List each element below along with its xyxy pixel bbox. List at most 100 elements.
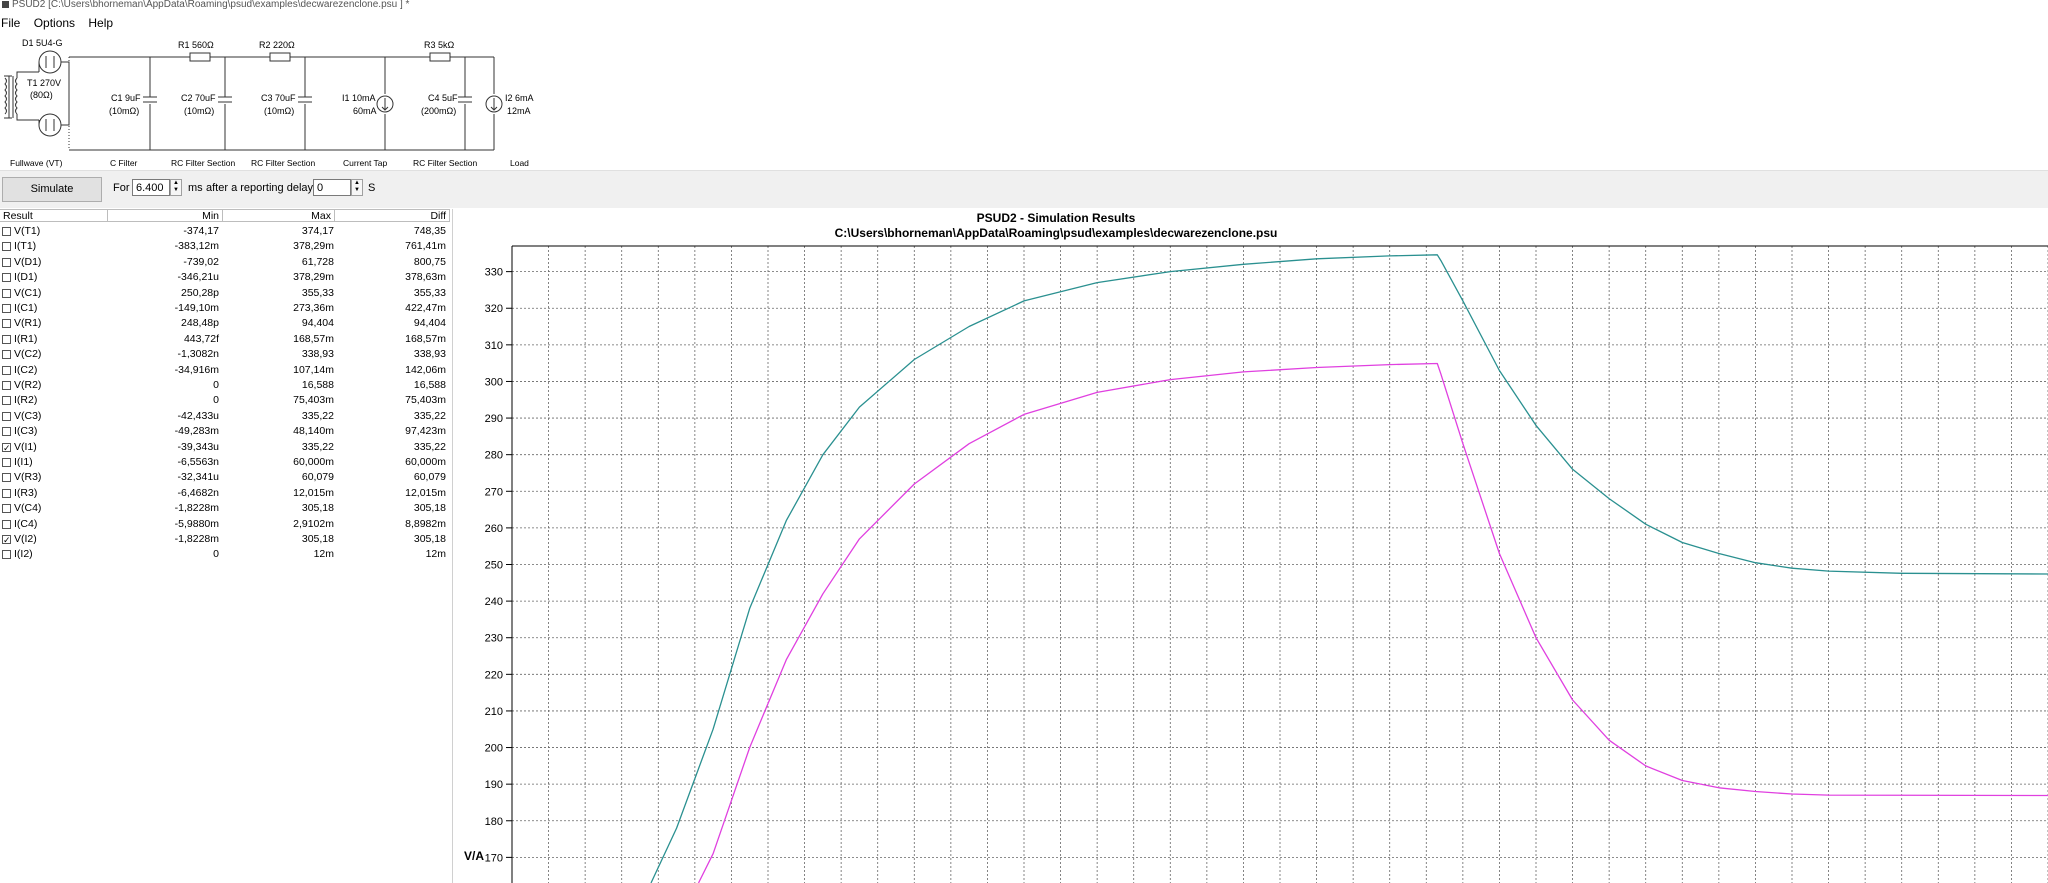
- label-c4-b: (200mΩ): [421, 106, 456, 116]
- result-max: 168,57m: [293, 332, 334, 345]
- result-row[interactable]: V(C2) -1,3082n 338,93 338,93: [0, 347, 452, 362]
- result-checkbox[interactable]: [2, 257, 11, 267]
- delay-spinner[interactable]: ▲ ▼: [351, 179, 363, 196]
- header-result[interactable]: Result: [0, 209, 108, 222]
- result-checkbox[interactable]: [2, 427, 11, 437]
- y-tick-label: 280: [485, 450, 503, 462]
- result-row[interactable]: I(R3) -6,4682n 12,015m 12,015m: [0, 486, 452, 501]
- result-diff: 748,35: [413, 225, 446, 237]
- result-checkbox[interactable]: [2, 519, 11, 529]
- result-min: -42,433u: [177, 409, 219, 422]
- result-row[interactable]: I(C2) -34,916m 107,14m 142,06m: [0, 363, 452, 378]
- result-row[interactable]: ✓ V(I1) -39,343u 335,22 335,22: [0, 440, 452, 455]
- result-min: -39,343u: [177, 440, 219, 453]
- result-row[interactable]: V(R3) -32,341u 60,079 60,079: [0, 470, 452, 485]
- label-c2-a: C2 70uF: [181, 93, 216, 103]
- ms-label: ms: [188, 182, 203, 194]
- result-name: V(C2): [14, 348, 42, 361]
- result-row[interactable]: V(R1) 248,48p 94,404 94,404: [0, 316, 452, 331]
- section-rc-1[interactable]: RC Filter Section: [171, 158, 236, 168]
- y-tick-label: 290: [485, 413, 503, 425]
- label-i1-a: I1 10mA: [342, 93, 376, 103]
- y-tick-label: 300: [485, 376, 503, 388]
- result-checkbox[interactable]: ✓: [2, 442, 11, 452]
- result-checkbox[interactable]: [2, 504, 11, 514]
- result-checkbox[interactable]: [2, 550, 11, 560]
- result-row[interactable]: V(T1) -374,17 374,17 748,35: [0, 224, 452, 239]
- section-fullwave[interactable]: Fullwave (VT): [10, 158, 63, 168]
- result-checkbox[interactable]: [2, 365, 11, 375]
- section-load[interactable]: Load: [510, 158, 529, 168]
- result-row[interactable]: V(C4) -1,8228m 305,18 305,18: [0, 501, 452, 516]
- menu-file[interactable]: File: [0, 16, 21, 30]
- result-row[interactable]: I(C1) -149,10m 273,36m 422,47m: [0, 301, 452, 316]
- result-min: 250,28p: [181, 286, 219, 299]
- menu-options[interactable]: Options: [33, 16, 76, 30]
- duration-spinner[interactable]: ▲ ▼: [170, 179, 182, 196]
- result-max: 378,29m: [293, 240, 334, 253]
- result-row[interactable]: V(C1) 250,28p 355,33 355,33: [0, 286, 452, 301]
- result-checkbox[interactable]: [2, 242, 11, 252]
- result-checkbox[interactable]: [2, 319, 11, 329]
- result-row[interactable]: V(D1) -739,02 61,728 800,75: [0, 255, 452, 270]
- results-chart[interactable]: 170 180 190 200 210 220 230 240 250 260 270 280 290 3…: [456, 209, 2048, 883]
- result-name: V(C4): [14, 502, 42, 515]
- schematic-diagram[interactable]: D1 5U4-G T1 270V (80Ω) R1 560Ω R2 220Ω R…: [0, 32, 540, 170]
- result-max: 107,14m: [293, 363, 334, 376]
- series-line-vi2: [697, 362, 2048, 883]
- duration-input[interactable]: 6.400: [132, 179, 170, 196]
- result-checkbox[interactable]: [2, 304, 11, 313]
- result-checkbox[interactable]: [2, 381, 11, 390]
- result-max: 378,29m: [293, 271, 334, 284]
- result-max: 273,36m: [293, 302, 334, 314]
- result-row[interactable]: I(C3) -49,283m 48,140m 97,423m: [0, 424, 452, 439]
- result-checkbox[interactable]: [2, 488, 11, 498]
- result-diff: 800,75: [413, 255, 446, 268]
- delay-input[interactable]: 0: [313, 179, 351, 196]
- result-checkbox[interactable]: [2, 273, 11, 283]
- result-max: 94,404: [301, 317, 334, 330]
- section-rc-3[interactable]: RC Filter Section: [413, 158, 478, 168]
- result-row[interactable]: I(T1) -383,12m 378,29m 761,41m: [0, 239, 452, 254]
- result-max: 60,000m: [293, 456, 334, 468]
- section-rc-2[interactable]: RC Filter Section: [251, 158, 316, 168]
- window-titlebar: PSUD2 [C:\Users\bhorneman\AppData\Roamin…: [0, 0, 2048, 12]
- result-row[interactable]: ✓ V(I2) -1,8228m 305,18 305,18: [0, 532, 452, 547]
- result-checkbox[interactable]: [2, 350, 11, 360]
- header-diff[interactable]: Diff: [335, 209, 450, 222]
- result-checkbox[interactable]: [2, 411, 11, 421]
- result-diff: 12,015m: [405, 486, 446, 499]
- result-row[interactable]: I(C4) -5,9880m 2,9102m 8,8982m: [0, 517, 452, 532]
- result-checkbox[interactable]: [2, 334, 11, 344]
- result-row[interactable]: V(R2) 0 16,588 16,588: [0, 378, 452, 393]
- simulate-button[interactable]: Simulate: [2, 177, 102, 202]
- result-row[interactable]: I(R1) 443,72f 168,57m 168,57m: [0, 332, 452, 347]
- result-diff: 12m: [425, 548, 446, 561]
- section-current-tap[interactable]: Current Tap: [343, 158, 388, 168]
- y-tick-label: 260: [485, 523, 503, 535]
- section-c-filter[interactable]: C Filter: [110, 158, 138, 168]
- result-row[interactable]: I(I1) -6,5563n 60,000m 60,000m: [0, 455, 452, 470]
- result-checkbox[interactable]: [2, 473, 11, 483]
- y-tick-label: 330: [485, 267, 503, 279]
- result-max: 61,728: [301, 255, 334, 268]
- header-min[interactable]: Min: [108, 209, 223, 222]
- header-max[interactable]: Max: [223, 209, 335, 222]
- schematic-panel: D1 5U4-G T1 270V (80Ω) R1 560Ω R2 220Ω R…: [0, 32, 2048, 170]
- result-checkbox[interactable]: [2, 458, 11, 467]
- result-diff: 16,588: [413, 379, 446, 391]
- result-checkbox[interactable]: [2, 288, 11, 298]
- result-checkbox[interactable]: [2, 227, 11, 236]
- result-checkbox[interactable]: ✓: [2, 535, 11, 545]
- menu-help[interactable]: Help: [87, 16, 114, 30]
- result-min: -374,17: [183, 225, 219, 237]
- result-row[interactable]: I(R2) 0 75,403m 75,403m: [0, 393, 452, 408]
- result-diff: 142,06m: [405, 363, 446, 376]
- s-label: S: [368, 182, 376, 194]
- label-c3-b: (10mΩ): [264, 106, 294, 116]
- result-checkbox[interactable]: [2, 396, 11, 406]
- result-min: 248,48p: [181, 317, 219, 330]
- result-row[interactable]: I(D1) -346,21u 378,29m 378,63m: [0, 270, 452, 285]
- result-row[interactable]: V(C3) -42,433u 335,22 335,22: [0, 409, 452, 424]
- result-row[interactable]: I(I2) 0 12m 12m: [0, 547, 452, 562]
